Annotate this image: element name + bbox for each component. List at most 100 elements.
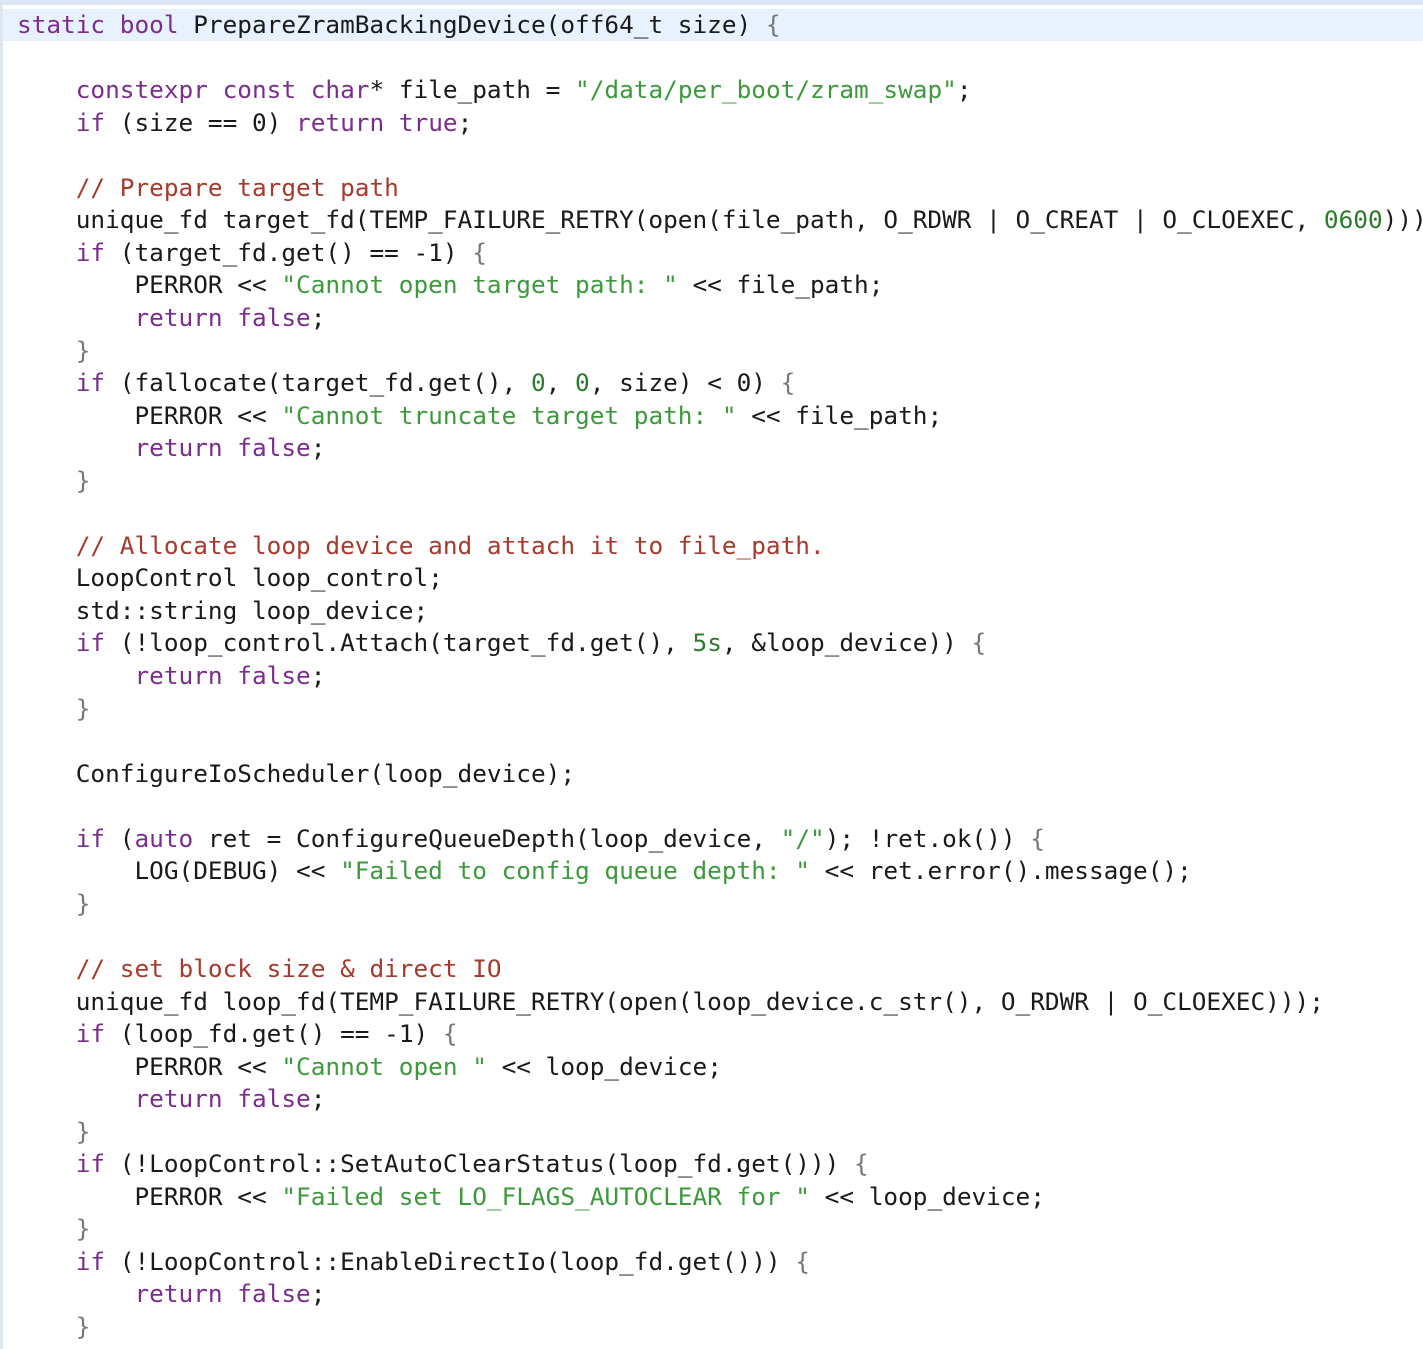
code-text: ;: [310, 1084, 326, 1114]
code-line[interactable]: // Allocate loop device and attach it to…: [17, 530, 825, 562]
code-number: 5s: [692, 628, 722, 658]
code-string: "/": [780, 823, 825, 853]
code-text: (: [105, 823, 135, 853]
code-line-current[interactable]: static bool PrepareZramBackingDevice(off…: [3, 9, 1423, 41]
code-line[interactable]: PERROR << "Cannot open " << loop_device;: [17, 1051, 722, 1083]
code-text: ;: [310, 302, 326, 332]
code-line[interactable]: PERROR << "Cannot open target path: " <<…: [17, 269, 883, 301]
code-line[interactable]: PERROR << "Failed set LO_FLAGS_AUTOCLEAR…: [17, 1181, 1044, 1213]
code-text: ConfigureIoScheduler(loop_device);: [17, 758, 576, 788]
code-line[interactable]: // set block size & direct IO: [17, 953, 502, 985]
code-line[interactable]: if (auto ret = ConfigureQueueDepth(loop_…: [17, 823, 1045, 855]
code-line[interactable]: if (loop_fd.get() == -1) {: [17, 1018, 458, 1050]
code-text: (!LoopControl::SetAutoClearStatus(loop_f…: [105, 1149, 855, 1179]
code-text: << file_path;: [677, 270, 884, 300]
code-keyword: return false: [134, 1279, 311, 1309]
code-line[interactable]: LoopControl loop_control;: [17, 562, 443, 594]
code-line[interactable]: return false;: [17, 1278, 325, 1310]
code-line[interactable]: }: [17, 1213, 91, 1245]
code-text: << loop_device;: [486, 1051, 722, 1081]
code-line[interactable]: PERROR << "Cannot truncate target path: …: [17, 400, 942, 432]
code-keyword: if: [75, 368, 106, 398]
code-line[interactable]: LOG(DEBUG) << "Failed to config queue de…: [17, 855, 1192, 887]
code-line[interactable]: return false;: [17, 660, 325, 692]
code-brace: }: [75, 1312, 91, 1341]
code-keyword: return false: [134, 302, 311, 332]
code-text: PERROR <<: [17, 400, 282, 430]
code-keyword: auto: [134, 823, 194, 853]
code-line[interactable]: // Prepare target path: [17, 172, 399, 204]
code-editor[interactable]: static bool PrepareZramBackingDevice(off…: [0, 0, 1423, 1349]
code-comment: // Allocate loop device and attach it to…: [75, 530, 825, 560]
code-line[interactable]: }: [17, 335, 91, 367]
code-string: "Cannot open target path: ": [281, 270, 678, 300]
code-line[interactable]: unique_fd loop_fd(TEMP_FAILURE_RETRY(ope…: [17, 986, 1324, 1018]
code-line[interactable]: return false;: [17, 302, 325, 334]
code-text: ,: [545, 368, 576, 398]
code-line[interactable]: }: [17, 888, 91, 920]
code-brace: }: [75, 465, 91, 495]
code-string: "/data/per_boot/zram_swap": [575, 75, 957, 105]
code-line[interactable]: if (!LoopControl::SetAutoClearStatus(loo…: [17, 1148, 869, 1180]
code-text: ;: [956, 75, 972, 105]
code-text: ;: [457, 107, 473, 137]
code-line[interactable]: }: [17, 1311, 91, 1343]
code-text: unique_fd target_fd(TEMP_FAILURE_RETRY(o…: [17, 205, 1324, 235]
code-line[interactable]: return false;: [17, 432, 325, 464]
code-brace: {: [971, 628, 987, 658]
code-text: (target_fd.get() == -1): [105, 237, 473, 267]
code-text: ret = ConfigureQueueDepth(loop_device,: [193, 823, 781, 853]
code-keyword: static bool: [17, 10, 194, 39]
code-line[interactable]: if (!loop_control.Attach(target_fd.get()…: [17, 627, 986, 659]
code-text: << ret.error().message();: [809, 856, 1192, 886]
code-brace: {: [1030, 823, 1045, 853]
code-text: (fallocate(target_fd.get(),: [105, 368, 531, 398]
code-comment: // Prepare target path: [75, 172, 399, 202]
code-number: 0: [530, 368, 546, 398]
code-text: PERROR <<: [17, 270, 282, 300]
code-brace: }: [75, 693, 91, 723]
code-keyword: return true: [296, 107, 458, 137]
code-line[interactable]: unique_fd target_fd(TEMP_FAILURE_RETRY(o…: [17, 204, 1423, 236]
code-text: ); !ret.ok()): [824, 823, 1031, 853]
code-line[interactable]: if (size == 0) return true;: [17, 107, 473, 139]
code-keyword: constexpr const char: [75, 75, 370, 105]
code-text: (!loop_control.Attach(target_fd.get(),: [105, 628, 693, 658]
code-brace: {: [472, 237, 487, 267]
code-number: 0600: [1323, 205, 1383, 235]
code-text: LOG(DEBUG) <<: [17, 856, 341, 886]
code-line[interactable]: return false;: [17, 1083, 325, 1115]
code-line[interactable]: }: [17, 465, 91, 497]
code-text: )));: [1382, 205, 1423, 235]
code-line[interactable]: std::string loop_device;: [17, 595, 428, 627]
code-text: (loop_fd.get() == -1): [105, 1019, 443, 1049]
code-line[interactable]: }: [17, 1116, 91, 1148]
code-keyword: return false: [134, 433, 311, 463]
code-line[interactable]: ConfigureIoScheduler(loop_device);: [17, 758, 575, 790]
code-text: unique_fd loop_fd(TEMP_FAILURE_RETRY(ope…: [17, 986, 1324, 1016]
code-line[interactable]: if (fallocate(target_fd.get(), 0, 0, siz…: [17, 367, 796, 399]
code-keyword: if: [75, 1149, 106, 1179]
code-line[interactable]: if (target_fd.get() == -1) {: [17, 237, 487, 269]
code-brace: }: [75, 888, 91, 918]
code-brace: }: [75, 335, 91, 365]
code-line[interactable]: }: [17, 693, 91, 725]
code-line[interactable]: if (!LoopControl::EnableDirectIo(loop_fd…: [17, 1246, 810, 1278]
code-line[interactable]: constexpr const char* file_path = "/data…: [17, 74, 972, 106]
